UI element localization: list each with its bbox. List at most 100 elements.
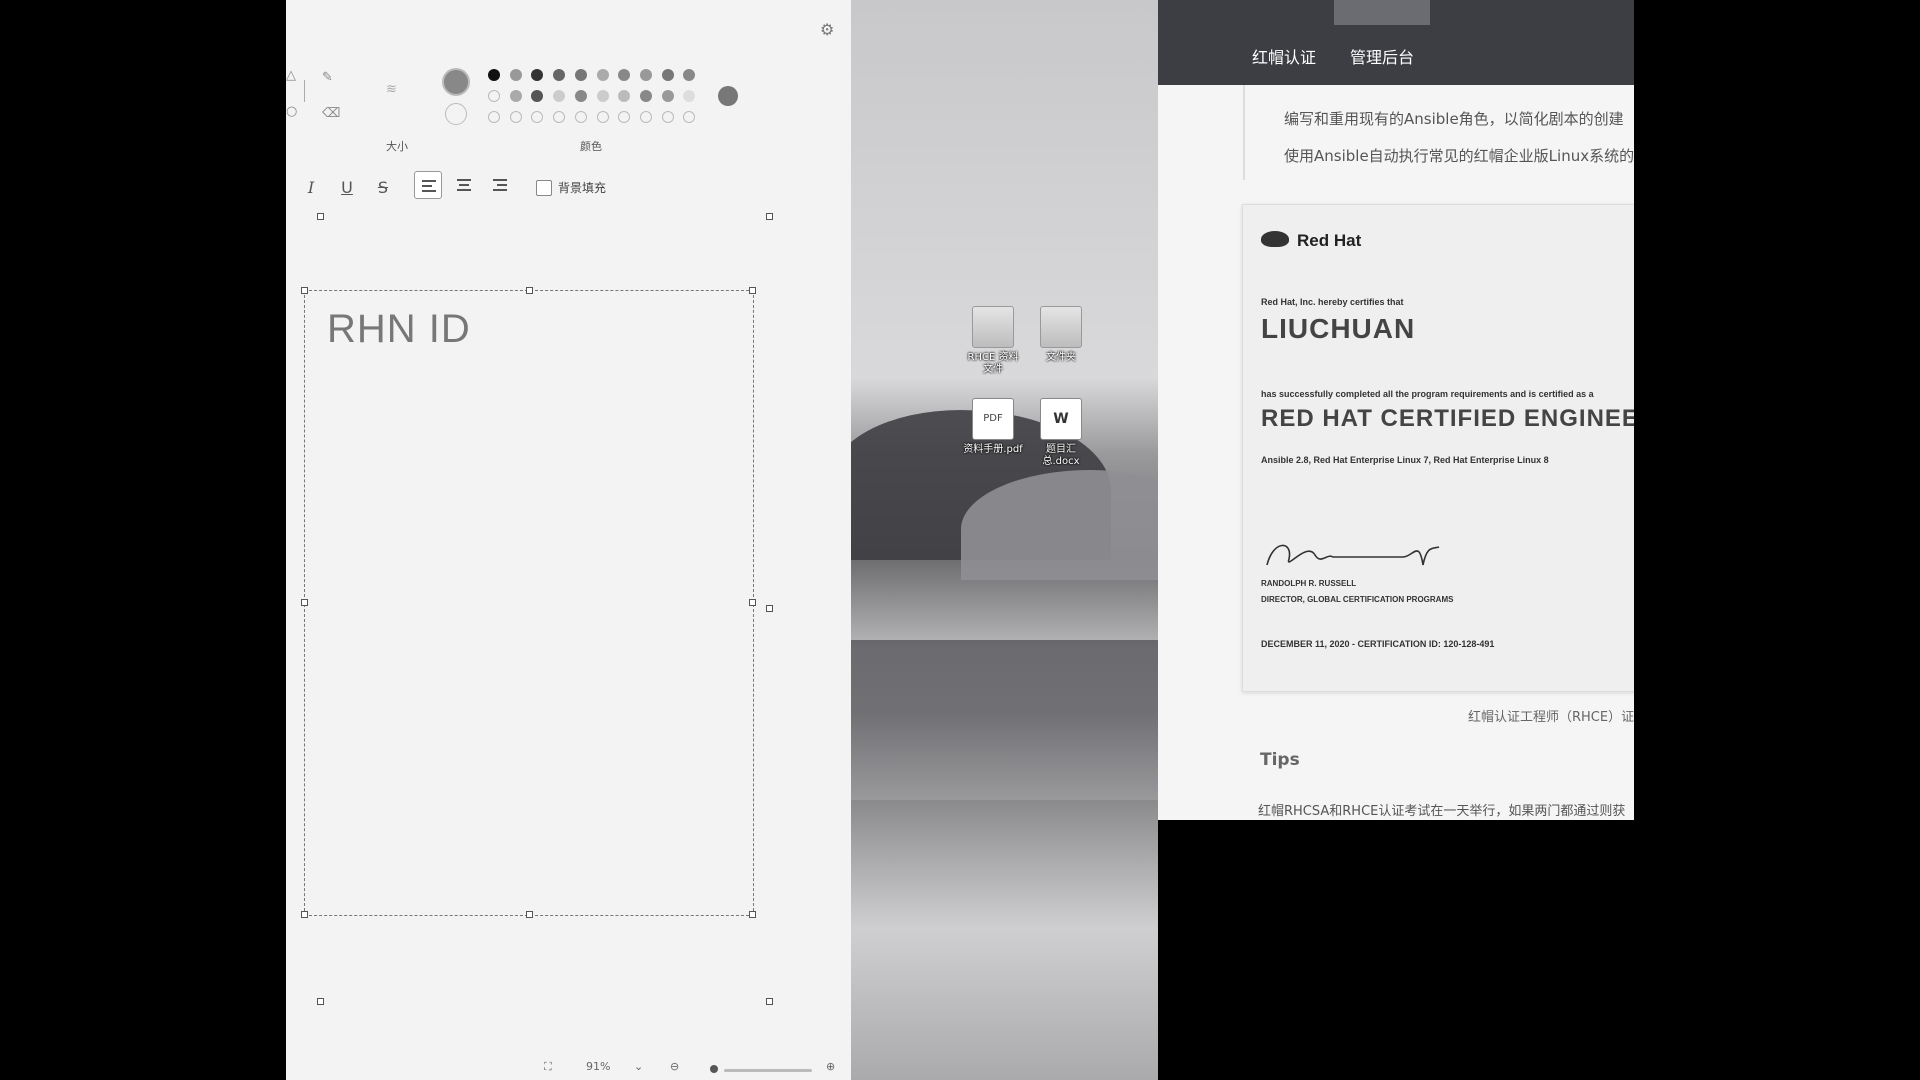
align-right-button[interactable] xyxy=(486,171,514,199)
active-nav-tab[interactable] xyxy=(1334,0,1430,25)
signature-icon xyxy=(1266,544,1440,566)
color-swatch[interactable] xyxy=(639,90,652,102)
color-swatch[interactable] xyxy=(618,111,631,123)
color-swatch[interactable] xyxy=(553,111,566,123)
brush-size-icon[interactable]: ≋ xyxy=(386,82,397,97)
pdf-file-icon: PDF xyxy=(972,398,1014,440)
circle-tool-icon[interactable]: ○ xyxy=(286,104,297,119)
text-box-handle[interactable] xyxy=(749,599,756,606)
text-box-handle[interactable] xyxy=(526,911,533,918)
nav-item-admin[interactable]: 管理后台 xyxy=(1350,44,1414,68)
certificate-image: Red Hat Red Hat, Inc. hereby certifies t… xyxy=(1242,204,1634,692)
certificate-name: LIUCHUAN xyxy=(1261,313,1416,344)
color-swatch[interactable] xyxy=(531,90,544,102)
background-fill-checkbox[interactable] xyxy=(536,180,552,196)
desktop-icon-folder[interactable]: RHCE 资料 文件 xyxy=(961,306,1025,376)
zoom-level[interactable]: 91% xyxy=(586,1060,610,1073)
desktop-icon-label: 资料手册.pdf xyxy=(963,444,1023,455)
editor-window: ⚙ △ ○ ✎ ⌫ ≋ 大小 颜色 I U S 背景填充 RHN ID ⛶ 91… xyxy=(286,0,851,1080)
text-box[interactable]: RHN ID xyxy=(304,290,754,916)
text-box-handle[interactable] xyxy=(301,599,308,606)
align-center-button[interactable] xyxy=(450,171,478,199)
color-swatch[interactable] xyxy=(683,111,696,123)
certificate-certifies: Red Hat, Inc. hereby certifies that xyxy=(1261,297,1404,307)
folder-icon xyxy=(972,306,1014,348)
text-box-content[interactable]: RHN ID xyxy=(327,307,471,352)
color-swatch[interactable] xyxy=(531,111,544,123)
settings-gear-icon[interactable]: ⚙ xyxy=(820,20,834,39)
tips-text: 红帽RHCSA和RHCE认证考试在一天举行，如果两门都通过则获 xyxy=(1258,804,1626,819)
zoom-slider[interactable] xyxy=(724,1069,812,1072)
strikethrough-button[interactable]: S xyxy=(372,178,394,198)
certificate-date-id: DECEMBER 11, 2020 - CERTIFICATION ID: 12… xyxy=(1261,639,1495,649)
color-swatch[interactable] xyxy=(574,111,587,123)
certificate-completed: has successfully completed all the progr… xyxy=(1261,389,1594,399)
color-swatch[interactable] xyxy=(596,90,609,102)
secondary-color-swatch[interactable] xyxy=(445,103,467,125)
size-label: 大小 xyxy=(386,140,408,153)
shape-tool-icon[interactable]: △ xyxy=(286,68,296,83)
selection-handle[interactable] xyxy=(766,998,773,1005)
align-right-icon xyxy=(493,179,507,194)
color-swatch[interactable] xyxy=(661,90,674,102)
nav-item-redhat-cert[interactable]: 红帽认证 xyxy=(1252,44,1316,68)
color-swatch[interactable] xyxy=(596,69,609,81)
color-swatch[interactable] xyxy=(596,111,609,123)
pen-tool-icon[interactable]: ✎ xyxy=(322,70,333,85)
color-swatch[interactable] xyxy=(488,69,500,81)
align-left-button[interactable] xyxy=(414,171,442,199)
color-swatch[interactable] xyxy=(553,69,566,81)
color-swatch[interactable] xyxy=(683,69,696,81)
color-swatch[interactable] xyxy=(509,90,522,102)
italic-button[interactable]: I xyxy=(300,178,322,198)
selection-handle[interactable] xyxy=(766,605,773,612)
selection-handle[interactable] xyxy=(766,213,773,220)
color-swatch[interactable] xyxy=(661,69,674,81)
color-swatch[interactable] xyxy=(553,90,566,102)
zoom-out-icon[interactable]: ⊖ xyxy=(670,1060,679,1073)
color-swatch[interactable] xyxy=(683,90,696,102)
color-swatch[interactable] xyxy=(661,111,674,123)
text-box-handle[interactable] xyxy=(526,287,533,294)
color-picker-icon[interactable] xyxy=(718,86,738,106)
text-box-handle[interactable] xyxy=(749,911,756,918)
color-swatch[interactable] xyxy=(488,90,500,102)
color-swatch[interactable] xyxy=(488,111,500,123)
text-box-handle[interactable] xyxy=(301,911,308,918)
signer-title: DIRECTOR, GLOBAL CERTIFICATION PROGRAMS xyxy=(1261,595,1454,604)
desktop-icon-label: 文件夹 xyxy=(1046,352,1076,363)
browser-window: 红帽认证 管理后台 编写和重用现有的Ansible角色，以简化剧本的创建 使用A… xyxy=(1158,0,1634,820)
color-swatch[interactable] xyxy=(618,90,631,102)
selection-handle[interactable] xyxy=(317,998,324,1005)
zoom-dropdown-chevron-down-icon[interactable]: ⌄ xyxy=(634,1060,643,1073)
color-swatch[interactable] xyxy=(574,90,587,102)
text-box-handle[interactable] xyxy=(749,287,756,294)
certificate-title: RED HAT CERTIFIED ENGINEER xyxy=(1261,405,1634,432)
desktop-icon-pdf[interactable]: PDF 资料手册.pdf xyxy=(961,398,1025,456)
zoom-in-icon[interactable]: ⊕ xyxy=(826,1060,835,1073)
align-left-icon xyxy=(422,180,436,195)
text-box-handle[interactable] xyxy=(301,287,308,294)
zoom-slider-handle[interactable] xyxy=(710,1065,718,1073)
site-navbar: 红帽认证 管理后台 xyxy=(1158,0,1634,85)
color-swatch[interactable] xyxy=(639,69,652,81)
desktop-icon-word[interactable]: W 题目汇总.docx xyxy=(1029,398,1093,468)
wallpaper-lake xyxy=(851,640,1158,800)
signer-name: RANDOLPH R. RUSSELL xyxy=(1261,579,1357,588)
background-fill-label: 背景填充 xyxy=(558,181,607,195)
color-swatch[interactable] xyxy=(509,111,522,123)
eraser-tool-icon[interactable]: ⌫ xyxy=(322,106,340,121)
desktop-icon-folder[interactable]: 文件夹 xyxy=(1029,306,1093,364)
folder-icon xyxy=(1040,306,1082,348)
underline-button[interactable]: U xyxy=(336,178,358,198)
fit-screen-icon[interactable]: ⛶ xyxy=(544,1060,552,1074)
color-swatch[interactable] xyxy=(618,69,631,81)
current-color-swatch[interactable] xyxy=(442,68,470,96)
align-center-icon xyxy=(457,179,471,194)
color-swatch[interactable] xyxy=(574,69,587,81)
color-swatch[interactable] xyxy=(509,69,522,81)
selection-handle[interactable] xyxy=(317,213,324,220)
certificate-brand: Red Hat xyxy=(1297,231,1362,250)
color-swatch[interactable] xyxy=(531,69,544,81)
color-swatch[interactable] xyxy=(639,111,652,123)
